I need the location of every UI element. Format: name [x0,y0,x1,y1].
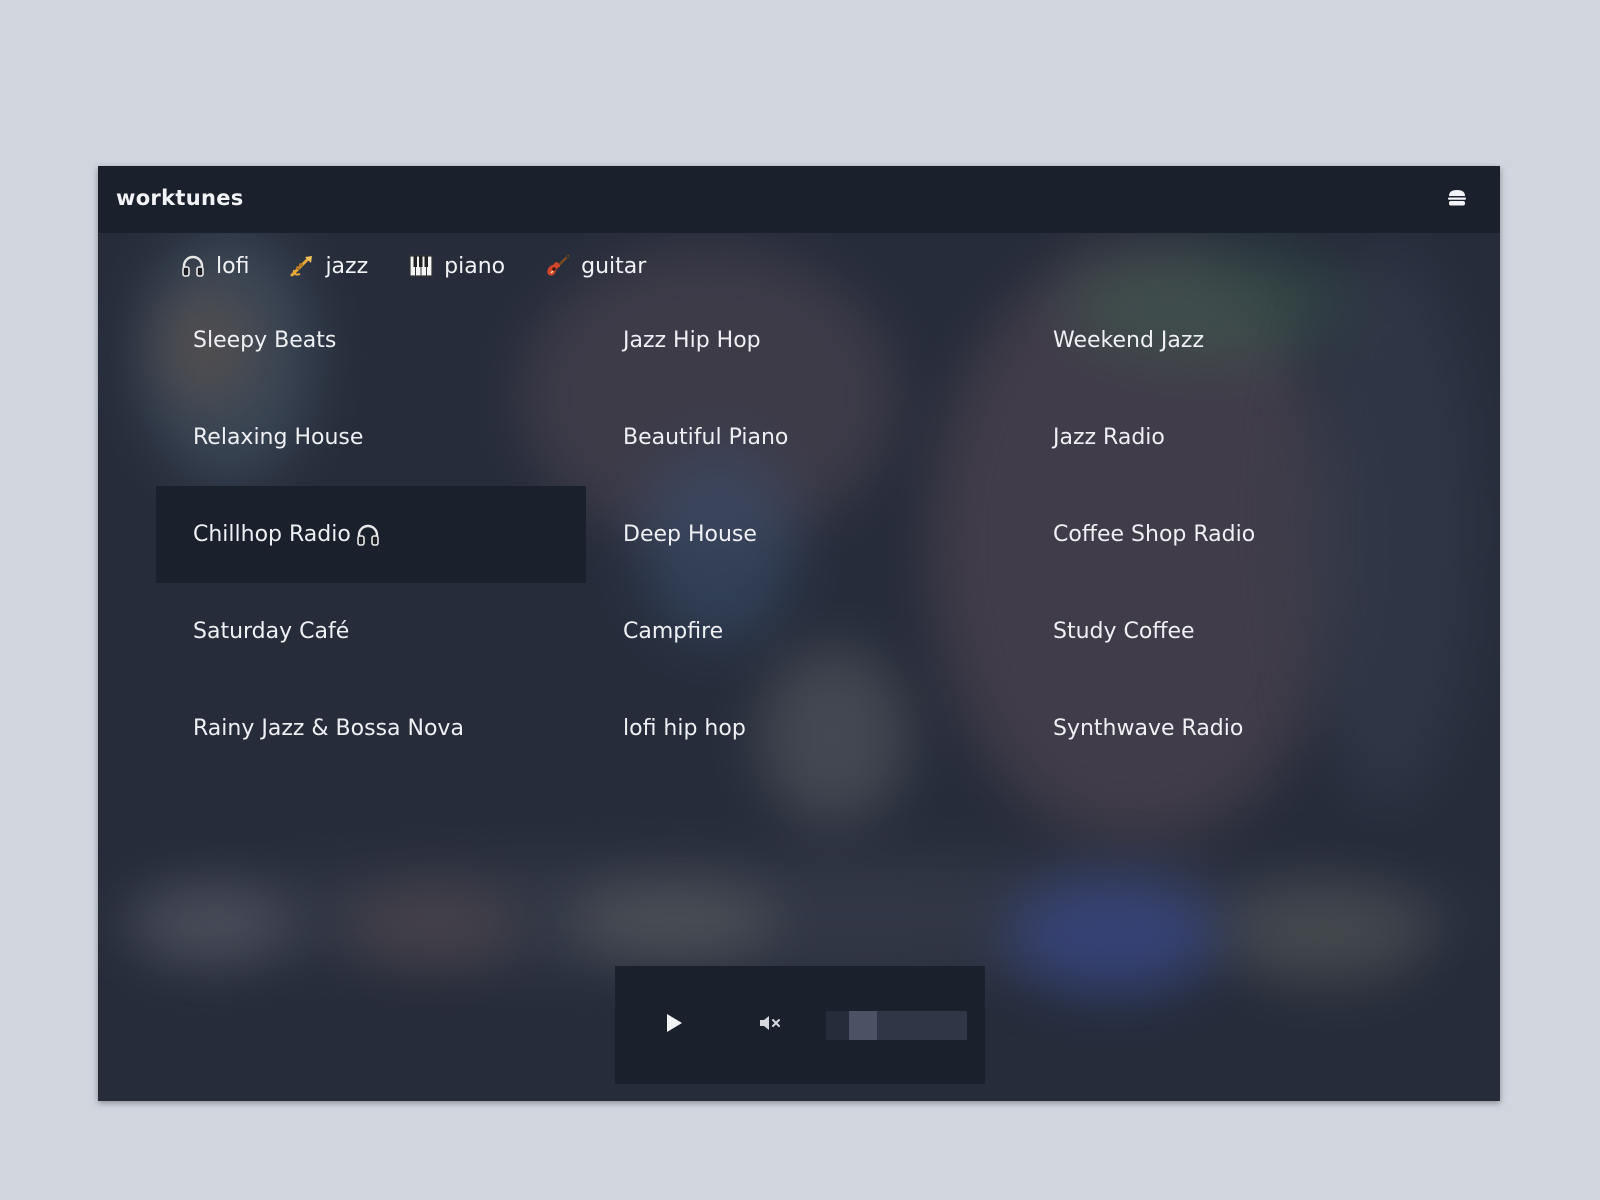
station-study-coffee[interactable]: Study Coffee [1016,583,1446,680]
station-jazz-radio[interactable]: Jazz Radio [1016,389,1446,486]
station-campfire[interactable]: Campfire [586,583,1016,680]
station-saturday-cafe[interactable]: Saturday Café [156,583,586,680]
guitar-icon [545,253,571,279]
tab-piano[interactable]: piano [408,253,505,279]
tab-label: piano [444,253,506,279]
title-bar: worktunes [98,166,1500,233]
piano-keys-icon [408,253,434,279]
now-playing-headphones-icon [355,522,381,548]
station-deep-house[interactable]: Deep House [586,486,1016,583]
station-label: Rainy Jazz & Bossa Nova [193,716,464,741]
station-beautiful-piano[interactable]: Beautiful Piano [586,389,1016,486]
volume-fill [826,1011,849,1040]
station-label: Jazz Radio [1053,425,1165,450]
station-label: Beautiful Piano [623,425,789,450]
station-coffee-shop-radio[interactable]: Coffee Shop Radio [1016,486,1446,583]
genre-tabs: lofi jazz piano guitar [180,248,686,284]
station-lofi-hip-hop[interactable]: lofi hip hop [586,680,1016,777]
trumpet-icon [289,253,315,279]
station-grid: Sleepy Beats Jazz Hip Hop Weekend Jazz R… [156,292,1446,777]
station-label: Deep House [623,522,757,547]
station-sleepy-beats[interactable]: Sleepy Beats [156,292,586,389]
play-icon [664,1012,684,1038]
tab-jazz[interactable]: jazz [289,253,368,279]
headphones-icon [180,253,206,279]
station-label: Campfire [623,619,724,644]
volume-muted-icon [759,1014,781,1036]
menu-button[interactable] [1441,184,1473,216]
station-chillhop-radio[interactable]: Chillhop Radio [156,486,586,583]
station-label: Relaxing House [193,425,364,450]
station-label: Saturday Café [193,619,350,644]
hamburger-icon [1447,189,1467,211]
station-label: Chillhop Radio [193,522,351,547]
player-controls [615,966,985,1084]
station-label: Study Coffee [1053,619,1195,644]
station-rainy-jazz-bossa-nova[interactable]: Rainy Jazz & Bossa Nova [156,680,586,777]
station-label: Weekend Jazz [1053,328,1204,353]
tab-label: jazz [325,253,369,279]
station-label: Coffee Shop Radio [1053,522,1256,547]
station-label: Synthwave Radio [1053,716,1244,741]
station-relaxing-house[interactable]: Relaxing House [156,389,586,486]
station-jazz-hip-hop[interactable]: Jazz Hip Hop [586,292,1016,389]
station-label: Jazz Hip Hop [623,328,761,353]
station-label: Sleepy Beats [193,328,337,353]
app-window: worktunes lofi jazz piano guitar Sleepy … [98,166,1500,1101]
station-label: lofi hip hop [623,716,746,741]
station-synthwave-radio[interactable]: Synthwave Radio [1016,680,1446,777]
app-title: worktunes [116,186,244,210]
play-button[interactable] [659,1010,689,1040]
mute-button[interactable] [755,1010,785,1040]
tab-label: guitar [581,253,647,279]
volume-thumb[interactable] [849,1011,877,1040]
tab-guitar[interactable]: guitar [545,253,646,279]
station-weekend-jazz[interactable]: Weekend Jazz [1016,292,1446,389]
volume-slider[interactable] [826,1011,967,1040]
tab-lofi[interactable]: lofi [180,253,249,279]
tab-label: lofi [216,253,250,279]
